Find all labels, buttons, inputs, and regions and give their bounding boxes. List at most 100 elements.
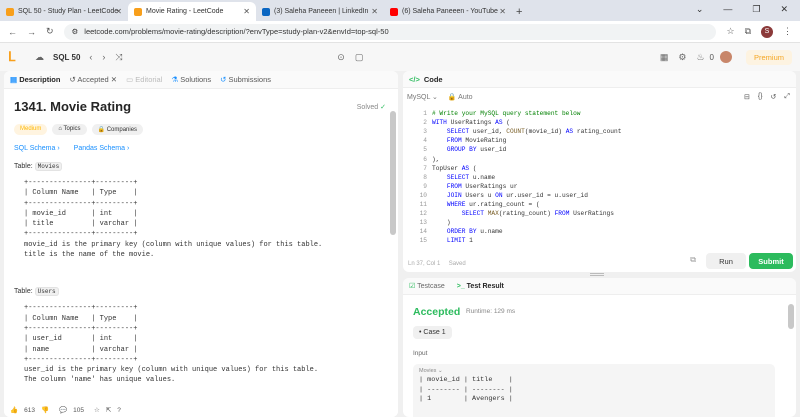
check-icon: ✓ [380,104,386,111]
sql-schema-link[interactable]: SQL Schema › [14,145,60,152]
table1-description: movie_id is the primary key (column with… [24,240,323,260]
table1-label: Table: Movies [14,162,386,171]
code-area[interactable]: 1 # Write your MySQL query statement belo… [403,106,796,256]
tab-submissions[interactable]: ↺ Submissions [220,75,271,84]
close-icon[interactable]: ✕ [499,7,506,16]
menu-icon[interactable]: ⋮ [783,26,792,37]
table2-label: Table: Users [14,287,386,297]
notes-icon[interactable]: ▢ [355,52,364,63]
code-line: GROUP BY user_id [446,146,507,154]
maximize-icon[interactable]: ❐ [752,4,760,15]
code-line: TopUser AS ( [432,164,477,172]
submit-button[interactable]: Submit [749,253,793,269]
solutions-icon: ⚗ [171,75,179,84]
code-line: # Write your MySQL query statement below [432,110,581,117]
next-problem-icon[interactable]: › [102,52,105,62]
line-number: 7 [423,164,427,172]
close-icon[interactable]: ✕ [243,7,250,16]
url-field[interactable]: ⚙ leetcode.com/problems/movie-rating/des… [63,23,717,40]
reset-icon[interactable]: ↺ [771,93,777,101]
run-button[interactable]: Run [706,253,746,269]
fire-icon: ♨ [696,51,705,62]
pandas-schema-link[interactable]: Pandas Schema › [74,145,130,152]
table1-name: Movies [34,162,63,171]
code-icon: </> [409,74,420,84]
layout-icon[interactable]: ▦ [660,52,669,63]
bookmark-icon[interactable]: ⊟ [744,93,750,101]
description-icon: ▤ [10,75,18,84]
line-number: 5 [423,146,427,154]
companies-chip[interactable]: 🔒 Companies [91,124,144,135]
panel-resize-handle[interactable] [590,273,604,276]
tag-chips: Medium ⌂ Topics 🔒 Companies [14,124,386,135]
tab-description[interactable]: ▤ Description [10,75,60,84]
case-1-tab[interactable]: • Case 1 [413,326,452,339]
browser-tab-3[interactable]: (3) Saleha Paneeen | LinkedIn ✕ [256,2,384,21]
line-number: 4 [423,137,427,145]
dislike-icon[interactable]: 👎 [41,406,49,414]
profile-avatar[interactable]: S [761,25,773,38]
share-icon[interactable]: ⇱ [106,406,111,414]
table1-schema: +---------------+---------+ | Column Nam… [24,179,138,239]
leetcode-favicon-icon [6,7,14,16]
accepted-icon: ↺ [69,75,76,84]
scrollbar[interactable] [788,304,794,329]
user-avatar[interactable] [719,51,732,63]
tab-title: (6) Saleha Paneeen - YouTube [402,8,498,15]
line-number: 14 [419,228,427,236]
tab-accepted[interactable]: ↺ Accepted ✕ [69,75,117,84]
help-icon[interactable]: ? [117,407,121,414]
site-info-icon[interactable]: ⚙ [72,27,79,36]
code-editor-panel: </> Code MySQL ⌄ 🔒 Auto ⊟ {} ↺ ⤢ 1 # Writ… [403,71,796,272]
code-line: ) [432,219,451,227]
close-icon[interactable]: ✕ [111,75,117,84]
shuffle-icon[interactable]: ⤨ [115,52,122,63]
browser-tab-4[interactable]: (6) Saleha Paneeen - YouTube ✕ [384,2,512,21]
bookmark-star-icon[interactable]: ☆ [726,26,734,37]
prev-problem-icon[interactable]: ‹ [89,52,92,62]
back-icon[interactable]: ← [8,27,17,37]
premium-button[interactable]: Premium [745,49,792,65]
braces-icon[interactable]: {} [758,93,763,101]
leetcode-logo-icon[interactable]: ᒪ [8,50,20,64]
close-icon[interactable]: ✕ [115,7,122,16]
close-icon[interactable]: ✕ [371,7,378,16]
reload-icon[interactable]: ↻ [46,26,54,37]
code-line: SELECT user_id, COUNT(movie_id) AS ratin… [446,128,622,136]
extensions-icon[interactable]: ⧉ [745,26,751,37]
table2-description: user_id is the primary key (column with … [24,366,319,385]
code-line: ), [432,155,440,163]
tab-test-result[interactable]: >_ Test Result [457,283,504,290]
debug-icon[interactable]: ⊙ [337,52,345,63]
tab-title: Movie Rating - LeetCode [146,8,224,15]
tab-solutions[interactable]: ⚗ Solutions [171,75,211,84]
comment-icon[interactable]: 💬 [59,406,67,414]
line-number: 3 [423,128,427,136]
language-select[interactable]: MySQL ⌄ [407,93,438,101]
auto-mode[interactable]: 🔒 Auto [448,93,473,101]
line-number: 12 [419,210,427,218]
forward-icon[interactable]: → [27,27,36,37]
scrollbar[interactable] [390,111,396,235]
favorite-star-icon[interactable]: ☆ [94,406,100,414]
notebook-icon[interactable]: ⧉ [690,255,696,265]
chevron-down-icon[interactable]: ⌄ [696,4,704,15]
study-plan-title[interactable]: SQL 50 [53,53,80,62]
settings-gear-icon[interactable]: ⚙ [678,52,686,63]
line-number: 1 [423,110,427,117]
browser-tab-1[interactable]: SQL 50 - Study Plan - LeetCode ✕ [0,2,128,21]
like-count: 613 [24,406,35,414]
tab-editorial[interactable]: ▭ Editorial [126,75,162,84]
topics-chip[interactable]: ⌂ Topics [52,124,87,135]
browser-tab-2[interactable]: Movie Rating - LeetCode ✕ [128,2,256,21]
coin-count: 0 [709,52,714,62]
fullscreen-icon[interactable]: ⤢ [784,93,790,101]
tab-testcase[interactable]: ☑ Testcase [409,282,445,290]
problem-title[interactable]: 1341. Movie Rating [14,99,386,114]
close-window-icon[interactable]: ✕ [780,4,788,15]
code-line: ORDER BY u.name [446,228,503,236]
new-tab-icon[interactable]: + [516,6,522,18]
line-number: 11 [419,201,427,208]
like-icon[interactable]: 👍 [10,406,18,414]
minimize-icon[interactable]: — [723,4,732,15]
